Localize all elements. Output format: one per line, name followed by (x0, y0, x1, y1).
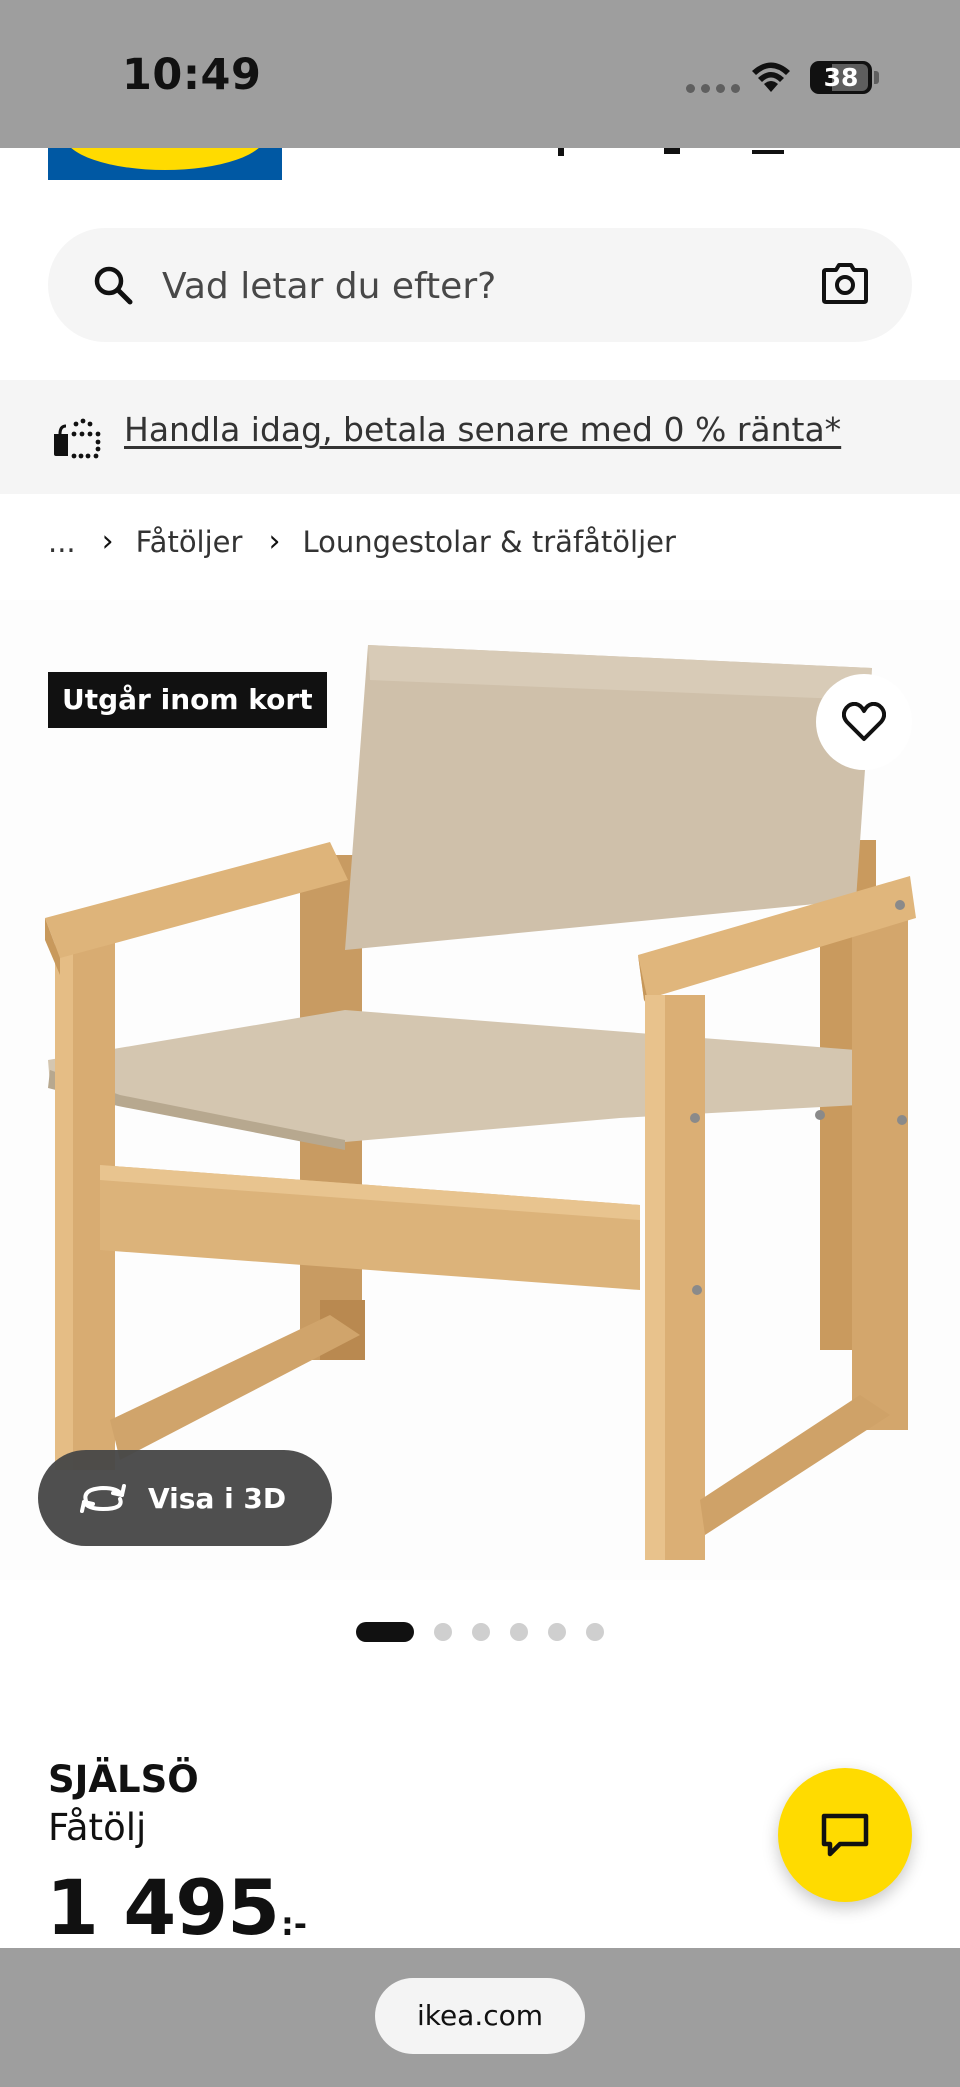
battery-level-text: 38 (823, 63, 859, 92)
profile-icon[interactable] (558, 148, 564, 156)
carousel-dot-5[interactable] (548, 1623, 566, 1641)
search-input[interactable] (162, 258, 762, 314)
product-name: SJÄLSÖ (48, 1758, 199, 1801)
carousel-dot-4[interactable] (510, 1623, 528, 1641)
wifi-icon (752, 62, 790, 92)
breadcrumb-item-lounge-chairs[interactable]: Loungestolar & träfåtöljer (302, 525, 675, 559)
breadcrumb: ... › Fåtöljer › Loungestolar & träfåtöl… (48, 524, 676, 559)
price-suffix: :- (280, 1905, 308, 1943)
status-badge: Utgår inom kort (48, 672, 327, 728)
view-in-3d-button[interactable]: Visa i 3D (38, 1450, 332, 1546)
price-amount: 1 495 (46, 1863, 280, 1952)
heart-icon (842, 702, 886, 741)
breadcrumb-item-more[interactable]: ... (48, 525, 76, 559)
product-image[interactable] (0, 600, 960, 1580)
promo-link[interactable]: Handla idag, betala senare med 0 % ränta… (124, 410, 841, 449)
breadcrumb-item-armchairs[interactable]: Fåtöljer (136, 525, 243, 559)
battery-nub (874, 71, 879, 84)
rotate-3d-icon (80, 1484, 126, 1513)
cellular-signal-icon (686, 84, 740, 93)
cart-icon[interactable] (752, 150, 784, 154)
carousel-dot-2[interactable] (434, 1623, 452, 1641)
carousel-dot-1[interactable] (356, 1622, 414, 1642)
status-time: 10:49 (122, 50, 262, 100)
product-price: 1 495 :- (46, 1862, 307, 1954)
product-type: Fåtölj (48, 1806, 147, 1849)
carousel-dot-3[interactable] (472, 1623, 490, 1641)
chat-button[interactable] (778, 1768, 912, 1902)
url-bar[interactable]: ikea.com (375, 1978, 585, 2054)
chat-bubble-icon (821, 1813, 869, 1857)
carousel-dot-6[interactable] (586, 1623, 604, 1641)
search-icon (94, 266, 133, 305)
battery-icon: 38 (810, 61, 872, 94)
chevron-right-icon: › (101, 524, 114, 559)
payment-bag-icon (54, 418, 101, 459)
view-in-3d-label: Visa i 3D (148, 1481, 287, 1515)
camera-search-icon[interactable] (822, 262, 868, 306)
product-page: 10:49 38 Vad letar du efter? Handla idag… (0, 0, 960, 2087)
image-carousel-indicator (356, 1622, 604, 1642)
status-bar: 10:49 38 (0, 0, 960, 148)
armchair-illustration (45, 645, 916, 1560)
add-to-favorites-button[interactable] (816, 674, 912, 770)
favorites-icon[interactable] (664, 148, 680, 154)
ikea-logo[interactable] (48, 148, 282, 180)
chevron-right-icon: › (268, 524, 281, 559)
